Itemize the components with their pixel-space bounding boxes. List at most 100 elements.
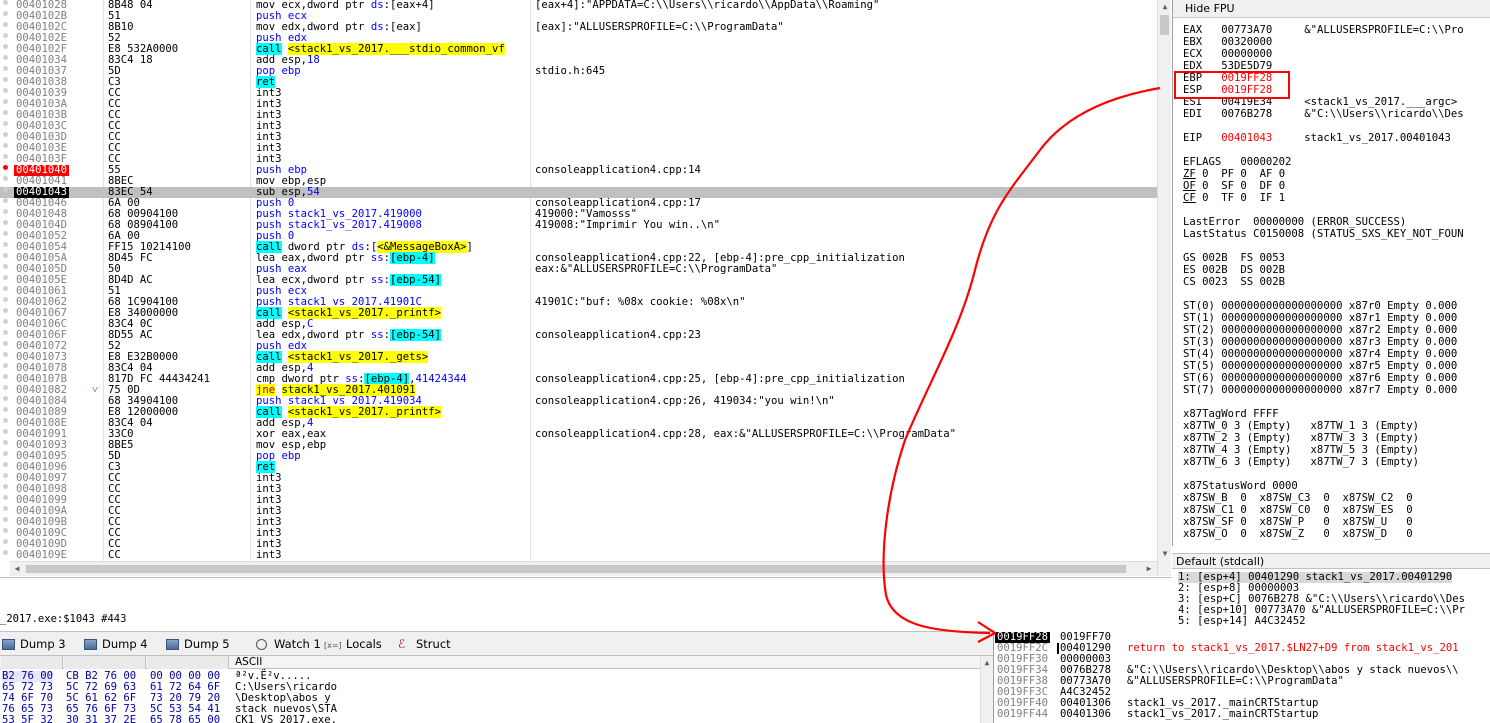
breakpoint-dot-icon[interactable] <box>3 396 8 401</box>
breakpoint-dot-icon[interactable] <box>3 374 8 379</box>
breakpoint-dot-icon[interactable] <box>3 231 8 236</box>
breakpoint-dot-icon[interactable] <box>3 77 8 82</box>
scroll-right-arrow-icon[interactable]: ▶ <box>1142 562 1156 576</box>
breakpoint-dot-icon[interactable] <box>3 110 8 115</box>
stack-view[interactable]: 0019FF28 0019FF70 0019FF2C 00401290 return t… <box>993 630 1490 723</box>
register-edx[interactable]: EDX 53DE5D79 <box>1183 60 1272 72</box>
register-eax[interactable]: EAX 00773A70 &"ALLUSERSPROFILE=C:\\Pro <box>1183 24 1464 36</box>
breakpoint-dot-icon[interactable] <box>3 264 8 269</box>
breakpoint-dot-icon[interactable] <box>3 132 8 137</box>
disassembly-row[interactable]: 00401037 5D pop ebp stdio.h:645 <box>0 66 1158 77</box>
breakpoint-dot-icon[interactable] <box>3 22 8 27</box>
disassembly-row[interactable]: 0040103D CC int3 <box>0 132 1158 143</box>
breakpoint-dot-icon[interactable] <box>3 88 8 93</box>
breakpoint-dot-icon[interactable] <box>3 506 8 511</box>
disassembly-view[interactable]: 00401028 8B48 04 mov ecx,dword ptr ds:[eax… <box>0 0 1158 561</box>
disassembly-row[interactable]: 0040102C 8B10 mov edx,dword ptr ds:[eax] [e… <box>0 22 1158 33</box>
disassembly-row[interactable]: 0040105E 8D4D AC lea ecx,dword ptr ss:[ebp… <box>0 274 1158 286</box>
breakpoint-dot-icon[interactable] <box>3 484 8 489</box>
breakpoint-dot-icon[interactable] <box>3 473 8 478</box>
breakpoint-dot-icon[interactable] <box>3 363 8 368</box>
stack-row[interactable]: 0019FF44 00401306 stack1_vs_2017._mainCRTS… <box>994 709 1490 720</box>
disassembly-row[interactable]: 0040109D CC int3 <box>0 539 1158 550</box>
breakpoint-dot-icon[interactable] <box>3 319 8 324</box>
breakpoint-dot-icon[interactable] <box>3 297 8 302</box>
tab-struct[interactable]: ℰ Struct <box>396 635 451 654</box>
breakpoint-dot-icon[interactable] <box>3 242 8 247</box>
disassembly-row[interactable]: 0040103C CC int3 <box>0 121 1158 132</box>
disassembly-row[interactable]: 0040103B CC int3 <box>0 110 1158 121</box>
breakpoint-dot-icon[interactable] <box>3 66 8 71</box>
tab-dump-3[interactable]: Dump 3 <box>0 635 66 654</box>
breakpoint-dot-icon[interactable] <box>3 33 8 38</box>
disassembly-row[interactable]: 00401067 E8 34000000 call <stack1_vs_2017.… <box>0 307 1158 319</box>
disassembly-row[interactable]: 00401095 5D pop ebp <box>0 451 1158 462</box>
dump-hex-bytes[interactable]: 30 31 37 2E <box>66 715 136 723</box>
register-esi[interactable]: ESI 00419E34 <stack1_vs_2017.___argc> <box>1183 96 1457 108</box>
disassembly-row[interactable]: 00401028 8B48 04 mov ecx,dword ptr ds:[eax… <box>0 0 1158 11</box>
breakpoint-dot-icon[interactable] <box>3 495 8 500</box>
breakpoint-dot-icon[interactable] <box>3 121 8 126</box>
dump-view[interactable]: ASCII B2 76 00 65 72 73 74 6F 70 76 65 73 53… <box>0 656 993 723</box>
dump-ascii[interactable]: CK1 VS 2017.exe. <box>235 715 337 723</box>
disassembly-row[interactable]: 00401041 8BEC mov ebp,esp <box>0 176 1158 187</box>
disassembly-row[interactable]: 00401098 CC int3 <box>0 484 1158 495</box>
flags-row[interactable]: CF 0 TF 0 IF 1 <box>1183 192 1298 204</box>
scroll-up-arrow-icon[interactable]: ▲ <box>981 656 993 670</box>
flags-row[interactable]: ZF 0 PF 0 AF 0 <box>1183 168 1298 180</box>
breakpoint-dot-icon[interactable] <box>3 187 8 192</box>
registers-panel[interactable]: Hide FPU EAX 00773A70 &"ALLUSERSPROFILE=… <box>1172 0 1490 546</box>
breakpoint-dot-icon[interactable] <box>3 517 8 522</box>
disassembly-row[interactable]: 0040109C CC int3 <box>0 528 1158 539</box>
disassembly-row[interactable]: 00401039 CC int3 <box>0 88 1158 99</box>
calling-convention-args[interactable]: 1: [esp+4] 00401290 stack1_vs_2017.00401… <box>1172 569 1490 629</box>
scroll-thumb[interactable] <box>26 565 1126 573</box>
disassembly-row[interactable]: 0040103A CC int3 <box>0 99 1158 110</box>
register-ecx[interactable]: ECX 00000000 <box>1183 48 1272 60</box>
breakpoint-dot-icon[interactable] <box>3 55 8 60</box>
breakpoint-dot-icon[interactable] <box>3 165 8 170</box>
breakpoint-dot-icon[interactable] <box>3 550 8 555</box>
register-ebx[interactable]: EBX 00320000 <box>1183 36 1272 48</box>
breakpoint-dot-icon[interactable] <box>3 176 8 181</box>
tab-dump-4[interactable]: Dump 4 <box>82 635 148 654</box>
disassembly-row[interactable]: 0040103E CC int3 <box>0 143 1158 154</box>
breakpoint-dot-icon[interactable] <box>3 451 8 456</box>
breakpoint-dot-icon[interactable] <box>3 440 8 445</box>
disassembly-row[interactable]: 00401089 E8 12000000 call <stack1_vs_2017.… <box>0 406 1158 418</box>
disassembly-row[interactable]: 00401096 C3 ret <box>0 461 1158 473</box>
breakpoint-dot-icon[interactable] <box>3 330 8 335</box>
disassembly-row[interactable]: 00401038 C3 ret <box>0 76 1158 88</box>
disassembly-row[interactable]: 00401040 55 push ebp consoleapplication4.cp… <box>0 165 1158 176</box>
disassembly-row[interactable]: 0040109B CC int3 <box>0 517 1158 528</box>
disassembly-row[interactable]: 0040107B 817D FC 44434241 cmp dword ptr ss… <box>0 373 1158 385</box>
breakpoint-dot-icon[interactable] <box>3 286 8 291</box>
disassembly-vertical-scrollbar[interactable]: ▲ ▼ <box>1157 0 1171 576</box>
disassembly-row[interactable]: 0040109E CC int3 <box>0 550 1158 561</box>
dump-hex-bytes[interactable]: 53 5F 32 <box>2 715 53 723</box>
disassembly-row[interactable]: 00401097 CC int3 <box>0 473 1158 484</box>
register-eip[interactable]: EIP 00401043 stack1_vs_2017.00401043 <box>1183 132 1451 144</box>
breakpoint-dot-icon[interactable] <box>3 418 8 423</box>
tab-dump-5[interactable]: Dump 5 <box>164 635 230 654</box>
scroll-down-arrow-icon[interactable]: ▼ <box>1158 547 1172 561</box>
breakpoint-dot-icon[interactable] <box>3 385 8 390</box>
breakpoint-dot-icon[interactable] <box>3 462 8 467</box>
calling-convention-selector[interactable]: Default (stdcall) <box>1172 553 1490 569</box>
breakpoint-dot-icon[interactable] <box>3 539 8 544</box>
register-esp[interactable]: ESP 0019FF28 <box>1183 84 1272 96</box>
breakpoint-dot-icon[interactable] <box>3 198 8 203</box>
dump-hex-bytes[interactable]: 65 78 65 00 <box>150 715 220 723</box>
breakpoint-dot-icon[interactable] <box>3 44 8 49</box>
register-ebp[interactable]: EBP 0019FF28 <box>1183 72 1272 84</box>
breakpoint-dot-icon[interactable] <box>3 429 8 434</box>
breakpoint-dot-icon[interactable] <box>3 407 8 412</box>
breakpoint-dot-icon[interactable] <box>3 352 8 357</box>
disassembly-row[interactable]: 00401091 33C0 xor eax,eax consoleapplicatio… <box>0 429 1158 440</box>
disassembly-horizontal-scrollbar[interactable]: ◀ ▶ <box>10 561 1157 576</box>
breakpoint-dot-icon[interactable] <box>3 308 8 313</box>
breakpoint-dot-icon[interactable] <box>3 528 8 533</box>
breakpoint-dot-icon[interactable] <box>3 154 8 159</box>
scroll-up-arrow-icon[interactable]: ▲ <box>1158 0 1172 14</box>
scroll-thumb[interactable] <box>1160 15 1169 35</box>
